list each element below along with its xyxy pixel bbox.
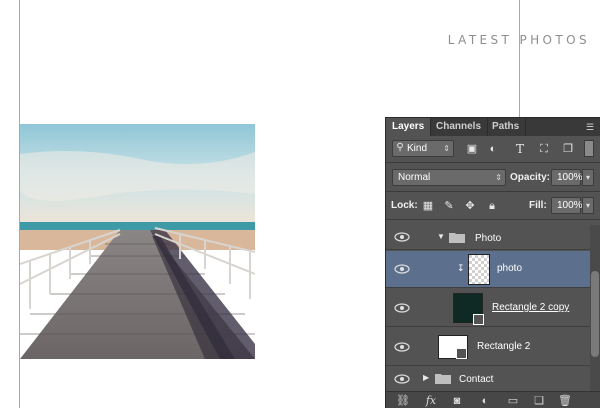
vector-mask-icon [473, 314, 484, 325]
divider [386, 191, 600, 192]
boardwalk-photo[interactable] [20, 124, 255, 359]
tab-paths[interactable]: Paths [486, 118, 527, 136]
layers-scrollbar[interactable] [590, 225, 600, 391]
fill-input[interactable]: 100% [551, 197, 583, 214]
pixel-filter-icon[interactable]: ▣ [465, 142, 479, 156]
transparency-checker [469, 255, 489, 284]
layer-thumbnail [468, 254, 490, 285]
search-icon: ⚲ [396, 142, 404, 153]
layer-row-photo-group[interactable]: ▼ Photo [386, 225, 590, 250]
layers-bottom-toolbar: ⛓ fx ◙ ◐ ▭ ❏ 🗑︎ [386, 391, 600, 408]
boardwalk-image [20, 124, 255, 359]
smart-object-filter-icon[interactable]: ❐ [561, 142, 575, 156]
visibility-eye-icon[interactable] [394, 264, 410, 274]
layer-row-contact-group[interactable]: ▶ Contact [386, 367, 590, 391]
expand-triangle-icon[interactable]: ▼ [437, 232, 445, 241]
type-filter-icon[interactable]: T [513, 142, 527, 156]
layer-row-rectangle-2[interactable]: Rectangle 2 [386, 328, 590, 366]
layer-row-rectangle-2-copy[interactable]: Rectangle 2 copy [386, 289, 590, 327]
scrollbar-thumb[interactable] [591, 271, 599, 357]
panel-menu-icon[interactable]: ☰ [584, 121, 596, 133]
adjustment-filter-icon[interactable]: ◐ [486, 142, 500, 156]
opacity-input[interactable]: 100% [551, 169, 583, 186]
visibility-eye-icon[interactable] [394, 232, 410, 242]
tab-channels[interactable]: Channels [430, 118, 489, 136]
shape-filter-icon[interactable]: ⛶ [537, 142, 551, 156]
opacity-dropdown-arrow-icon[interactable]: ▾ [582, 169, 594, 186]
lock-transparency-icon[interactable]: ▦ [421, 199, 435, 213]
lock-position-move-icon[interactable]: ✥ [463, 199, 477, 213]
folder-icon[interactable]: ▭ [506, 394, 520, 408]
folder-icon [449, 233, 465, 243]
blend-mode-value: Normal [398, 172, 431, 183]
visibility-eye-icon[interactable] [394, 374, 410, 384]
filter-toggle-switch[interactable] [584, 140, 594, 157]
visibility-eye-icon[interactable] [394, 342, 410, 352]
lock-label: Lock: [391, 200, 418, 211]
link-icon[interactable]: ⛓ [396, 394, 410, 408]
layer-name: Contact [459, 374, 494, 385]
layer-name: Rectangle 2 [477, 341, 531, 352]
latest-photos-heading: LATEST PHOTOS [447, 33, 590, 47]
opacity-label: Opacity: [510, 172, 551, 183]
adjustment-icon[interactable]: ◐ [478, 394, 492, 408]
trash-icon[interactable]: 🗑︎ [558, 394, 572, 408]
layer-name: photo [497, 263, 523, 274]
blend-mode-select[interactable]: Normal ⇕ [392, 169, 506, 186]
vector-mask-icon [456, 348, 467, 359]
layer-name: Photo [475, 233, 502, 244]
fx-icon[interactable]: fx [424, 394, 438, 408]
lock-all-icon[interactable]: 🔒︎ [485, 199, 499, 213]
layer-name: Rectangle 2 copy [492, 302, 570, 313]
layers-panel: Layers Channels Paths ☰ ⚲ Kind ⇕ ▣ ◐ T ⛶… [385, 117, 600, 408]
layer-filter-value: Kind [407, 143, 428, 154]
clipping-mask-arrow-icon: ↧ [457, 263, 465, 273]
fill-dropdown-arrow-icon[interactable]: ▾ [582, 197, 594, 214]
collapse-triangle-icon[interactable]: ▶ [423, 373, 429, 382]
select-arrows-icon: ⇕ [495, 173, 502, 182]
divider [386, 162, 600, 163]
divider [386, 219, 600, 220]
panel-tab-bar: Layers Channels Paths ☰ [386, 118, 600, 136]
folder-icon [435, 374, 451, 384]
lock-image-pixels-brush-icon[interactable]: ✎ [442, 199, 456, 213]
tab-layers[interactable]: Layers [386, 118, 432, 136]
select-arrows-icon: ⇕ [443, 144, 450, 153]
layer-row-photo[interactable]: ↧ photo [386, 251, 590, 288]
mask-icon[interactable]: ◙ [450, 394, 464, 408]
visibility-eye-icon[interactable] [394, 303, 410, 313]
layer-filter-select[interactable]: ⚲ Kind ⇕ [392, 140, 454, 157]
fill-label: Fill: [529, 200, 547, 211]
new-layer-icon[interactable]: ❏ [532, 394, 546, 408]
